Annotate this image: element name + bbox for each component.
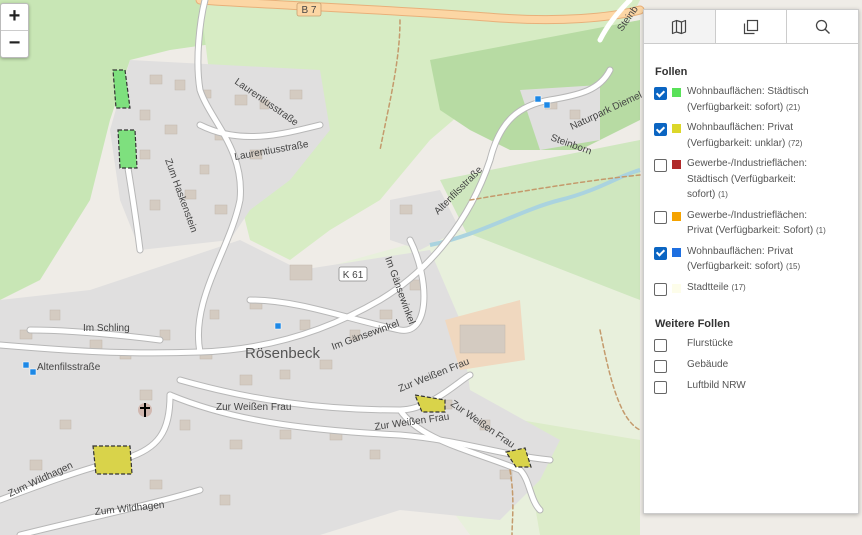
layer-checkbox[interactable] bbox=[654, 123, 667, 136]
layer-checkbox[interactable] bbox=[654, 282, 667, 296]
layer-label: Wohnbauflächen: Privat (Verfügbarkeit: u… bbox=[687, 122, 803, 149]
layer-color-swatch bbox=[672, 211, 681, 221]
layer-label: Wohnbauflächen: Privat (Verfügbarkeit: s… bbox=[687, 245, 801, 273]
church-icon bbox=[138, 403, 152, 417]
layer-color-swatch bbox=[672, 283, 681, 293]
layer-label: Gewerbe-/Industrieflächen: Städtisch (Ve… bbox=[687, 158, 808, 200]
search-icon bbox=[815, 19, 830, 34]
layers-icon bbox=[743, 19, 759, 34]
layer-color-swatch bbox=[672, 381, 681, 391]
layer-checkbox[interactable] bbox=[654, 359, 667, 373]
layer-panel: Follen Wohnbauflächen: Städtisch (Verfüg… bbox=[643, 9, 859, 514]
layer-checkbox[interactable] bbox=[654, 246, 667, 260]
road-label: B 7 bbox=[301, 5, 316, 16]
road-label: Altenfilsstraße bbox=[37, 362, 101, 373]
layer-checkbox[interactable] bbox=[654, 380, 667, 394]
layer-color-swatch bbox=[672, 124, 681, 133]
more-layer-item[interactable]: Luftbild NRW bbox=[654, 380, 848, 394]
panel-content: Follen Wohnbauflächen: Städtisch (Verfüg… bbox=[644, 44, 858, 394]
layer-checkbox[interactable] bbox=[654, 338, 667, 352]
layer-checkbox[interactable] bbox=[654, 87, 667, 100]
zoom-out-button[interactable]: − bbox=[1, 30, 28, 57]
parcel-yellow[interactable] bbox=[92, 445, 133, 475]
map-icon bbox=[672, 19, 687, 34]
layer-color-swatch bbox=[672, 247, 681, 257]
place-label: Rösenbeck bbox=[245, 345, 321, 362]
layer-checkbox[interactable] bbox=[654, 159, 667, 172]
layer-label: Gewerbe-/Industrieflächen: Privat (Verfü… bbox=[687, 209, 826, 237]
more-layer-list: Flurstücke Gebäude Luftbild NRW bbox=[654, 338, 848, 394]
tab-layers[interactable] bbox=[716, 10, 788, 43]
layer-color-swatch bbox=[672, 88, 681, 97]
blue-marker[interactable] bbox=[22, 361, 30, 369]
blue-marker[interactable] bbox=[534, 95, 542, 103]
layer-item[interactable]: Gewerbe-/Industrieflächen: Städtisch (Ve… bbox=[654, 158, 848, 203]
road-label: Zur Weißen Frau bbox=[216, 402, 291, 413]
layer-label: Flurstücke bbox=[687, 337, 734, 349]
layer-color-swatch bbox=[672, 360, 681, 370]
layer-color-swatch bbox=[672, 339, 681, 349]
more-layer-item[interactable]: Flurstücke bbox=[654, 338, 848, 352]
layer-item[interactable]: Stadtteile (17) bbox=[654, 282, 848, 296]
layer-checkbox[interactable] bbox=[654, 210, 667, 224]
layer-item[interactable]: Wohnbauflächen: Privat (Verfügbarkeit: s… bbox=[654, 246, 848, 275]
more-layer-item[interactable]: Gebäude bbox=[654, 359, 848, 373]
parcel-green[interactable] bbox=[117, 129, 138, 169]
layer-item[interactable]: Gewerbe-/Industrieflächen: Privat (Verfü… bbox=[654, 210, 848, 239]
layer-color-swatch bbox=[672, 160, 681, 169]
section-title-weitere-follen: Weitere Follen bbox=[655, 317, 730, 330]
tab-search[interactable] bbox=[787, 10, 858, 43]
layer-label: Luftbild NRW bbox=[687, 379, 746, 391]
zoom-control: + − bbox=[0, 3, 29, 58]
panel-tabs bbox=[644, 10, 858, 44]
road-label: K 61 bbox=[343, 270, 364, 281]
blue-marker[interactable] bbox=[274, 322, 282, 330]
road-label: Im Schling bbox=[83, 323, 130, 334]
layer-label: Stadtteile (17) bbox=[687, 281, 746, 293]
layer-label: Gebäude bbox=[687, 358, 729, 370]
layer-label: Wohnbauflächen: Städtisch (Verfügbarkeit… bbox=[687, 86, 809, 113]
blue-marker[interactable] bbox=[543, 101, 551, 109]
layer-item[interactable]: Wohnbauflächen: Privat (Verfügbarkeit: u… bbox=[654, 122, 848, 151]
blue-marker[interactable] bbox=[29, 368, 37, 376]
layer-list: Wohnbauflächen: Städtisch (Verfügbarkeit… bbox=[654, 86, 848, 296]
section-title-follen: Follen bbox=[655, 66, 688, 78]
tab-map[interactable] bbox=[644, 10, 716, 43]
layer-item[interactable]: Wohnbauflächen: Städtisch (Verfügbarkeit… bbox=[654, 86, 848, 115]
zoom-in-button[interactable]: + bbox=[1, 4, 28, 30]
